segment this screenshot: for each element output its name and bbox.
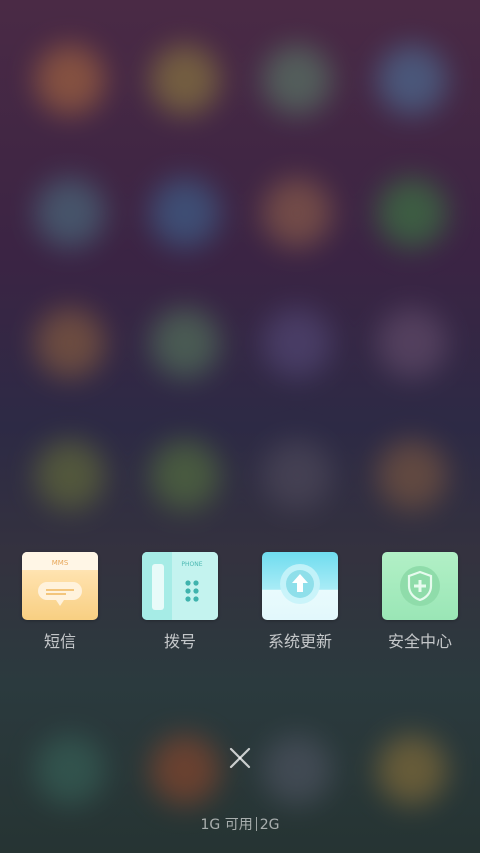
blurred-app [377, 735, 447, 805]
blurred-app [262, 440, 332, 510]
recent-apps-row: MMS 短信 PHONE 拨号 系统更新 安全中心 [0, 552, 480, 662]
blurred-app [35, 308, 105, 378]
recent-app-label: 短信 [43, 632, 76, 651]
blurred-wallpaper [0, 0, 480, 853]
blurred-app [150, 308, 220, 378]
recent-apps-screen: MMS 短信 PHONE 拨号 系统更新 安全中心 1G 可用 2G [0, 0, 480, 853]
clear-recent-apps-button[interactable] [220, 738, 260, 778]
recent-app-label: 拨号 [163, 632, 196, 651]
blurred-app [150, 45, 220, 115]
close-icon [229, 747, 251, 769]
blurred-app [262, 178, 332, 248]
security-center-icon[interactable] [382, 552, 458, 620]
blurred-app [262, 735, 332, 805]
recent-app-system-update[interactable]: 系统更新 [240, 552, 360, 662]
mms-icon-text: MMS [52, 559, 69, 567]
blurred-app [35, 178, 105, 248]
blurred-app [377, 178, 447, 248]
recent-app-security-center[interactable]: 安全中心 [360, 552, 480, 662]
recent-app-label: 安全中心 [387, 632, 452, 651]
blurred-app [377, 440, 447, 510]
blurred-app [262, 45, 332, 115]
recent-app-label: 系统更新 [267, 632, 332, 651]
blurred-app [262, 308, 332, 378]
blurred-app [377, 45, 447, 115]
blurred-app [150, 178, 220, 248]
mms-icon[interactable]: MMS [22, 552, 98, 620]
memory-status: 1G 可用 2G [0, 816, 480, 834]
recent-app-mms[interactable]: MMS 短信 [0, 552, 120, 662]
blurred-app [377, 308, 447, 378]
phone-icon[interactable]: PHONE [142, 552, 218, 620]
memory-available: 1G 可用 [200, 817, 253, 833]
blurred-app [35, 735, 105, 805]
blurred-app [150, 735, 220, 805]
blurred-app [35, 440, 105, 510]
memory-total: 2G [259, 817, 280, 833]
recent-app-phone[interactable]: PHONE 拨号 [120, 552, 240, 662]
blurred-app [35, 45, 105, 115]
blurred-app [150, 440, 220, 510]
phone-icon-text: PHONE [181, 561, 202, 568]
system-update-icon[interactable] [262, 552, 338, 620]
memory-separator [255, 817, 257, 831]
